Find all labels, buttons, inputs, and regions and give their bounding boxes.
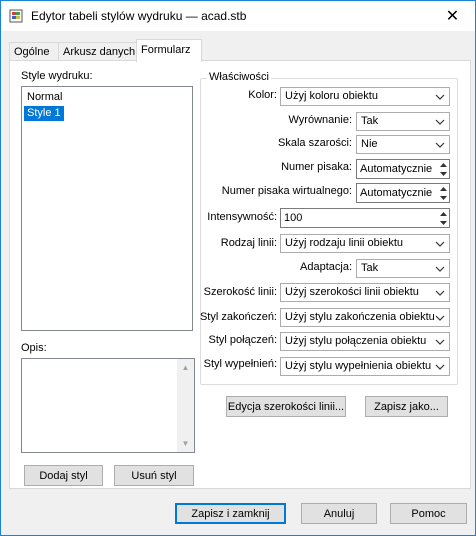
edit-lineweights-button[interactable]: Edycja szerokości linii...: [226, 396, 346, 417]
color-label: Kolor:: [248, 89, 277, 101]
pen-number-label: Numer pisaka:: [281, 161, 352, 173]
color-value: Użyj koloru obiektu: [285, 90, 378, 102]
dither-select[interactable]: Tak: [356, 112, 450, 131]
adaptive-label: Adaptacja:: [300, 261, 352, 273]
line-end-select[interactable]: Użyj stylu zakończenia obiektu: [280, 308, 450, 327]
fill-label: Styl wypełnień:: [203, 358, 277, 370]
screening-spinner[interactable]: 100: [280, 208, 450, 228]
spin-down-icon[interactable]: [437, 193, 449, 202]
line-join-label: Styl połączeń:: [208, 334, 277, 346]
chevron-down-icon: [435, 142, 445, 148]
line-join-value: Użyj stylu połączenia obiektu: [285, 335, 427, 347]
fill-select[interactable]: Użyj stylu wypełnienia obiektu: [280, 357, 450, 376]
spin-down-icon[interactable]: [437, 218, 449, 227]
spin-down-icon[interactable]: [437, 169, 449, 178]
chevron-down-icon: [435, 119, 445, 125]
chevron-down-icon: [435, 364, 445, 370]
color-select[interactable]: Użyj koloru obiektu: [280, 87, 450, 106]
line-end-value: Użyj stylu zakończenia obiektu: [285, 311, 435, 323]
description-scrollbar[interactable]: ▲ ▼: [177, 359, 194, 452]
save-close-button[interactable]: Zapisz i zamknij: [175, 503, 286, 524]
virtual-pen-spinner[interactable]: Automatycznie: [356, 183, 450, 203]
lineweight-select[interactable]: Użyj szerokości linii obiektu: [280, 283, 450, 302]
spin-up-icon[interactable]: [437, 184, 449, 193]
spin-up-icon[interactable]: [437, 209, 449, 218]
remove-style-button[interactable]: Usuń styl: [114, 465, 194, 486]
scroll-down-icon[interactable]: ▼: [177, 435, 194, 452]
chevron-down-icon: [435, 266, 445, 272]
title-bar: Edytor tabeli stylów wydruku — acad.stb …: [1, 1, 475, 31]
linetype-value: Użyj rodzaju linii obiektu: [285, 237, 403, 249]
lineweight-label: Szerokość linii:: [203, 286, 277, 298]
fill-value: Użyj stylu wypełnienia obiektu: [285, 360, 432, 372]
cancel-button[interactable]: Anuluj: [301, 503, 377, 524]
line-join-select[interactable]: Użyj stylu połączenia obiektu: [280, 332, 450, 351]
plot-style-app-icon: [9, 9, 23, 23]
adaptive-value: Tak: [361, 262, 379, 274]
chevron-down-icon: [435, 241, 445, 247]
tab-form-view[interactable]: Formularz: [136, 39, 202, 62]
virtual-pen-value: Automatycznie: [360, 187, 433, 199]
line-end-label: Styl zakończeń:: [199, 311, 277, 323]
chevron-down-icon: [435, 290, 445, 296]
description-textarea[interactable]: ▲ ▼: [21, 358, 195, 453]
chevron-down-icon: [435, 339, 445, 345]
chevron-down-icon: [435, 94, 445, 100]
lineweight-value: Użyj szerokości linii obiektu: [285, 286, 419, 298]
close-icon: ✕: [445, 8, 460, 25]
pen-number-value: Automatycznie: [360, 163, 433, 175]
list-item-normal[interactable]: Normal: [24, 90, 65, 105]
save-as-button[interactable]: Zapisz jako...: [365, 396, 448, 417]
description-label: Opis:: [21, 342, 47, 354]
close-button[interactable]: ✕: [430, 1, 475, 31]
plot-styles-list[interactable]: Normal Style 1: [21, 86, 193, 331]
adaptive-select[interactable]: Tak: [356, 259, 450, 278]
help-button[interactable]: Pomoc: [390, 503, 467, 524]
screening-label: Intensywność:: [207, 211, 277, 223]
grayscale-value: Nie: [361, 138, 378, 150]
dither-label: Wyrównanie:: [288, 114, 352, 126]
window-title: Edytor tabeli stylów wydruku — acad.stb: [31, 9, 247, 23]
properties-title: Właściwości: [207, 71, 271, 83]
tab-general[interactable]: Ogólne: [9, 42, 61, 61]
list-item-style-1[interactable]: Style 1: [24, 106, 64, 121]
form-view-panel: Style wydruku: Normal Style 1 Opis: ▲ ▼ …: [9, 60, 471, 489]
chevron-down-icon: [435, 315, 445, 321]
dither-value: Tak: [361, 115, 379, 127]
linetype-select[interactable]: Użyj rodzaju linii obiektu: [280, 234, 450, 253]
plot-styles-label: Style wydruku:: [21, 70, 93, 82]
screening-value: 100: [284, 212, 303, 224]
dialog-window: Edytor tabeli stylów wydruku — acad.stb …: [0, 0, 476, 536]
grayscale-label: Skala szarości:: [278, 137, 352, 149]
grayscale-select[interactable]: Nie: [356, 135, 450, 154]
spin-up-icon[interactable]: [437, 160, 449, 169]
tab-table-view[interactable]: Arkusz danych: [58, 42, 145, 61]
add-style-button[interactable]: Dodaj styl: [24, 465, 103, 486]
scroll-up-icon[interactable]: ▲: [177, 359, 194, 376]
virtual-pen-label: Numer pisaka wirtualnego:: [221, 185, 352, 197]
linetype-label: Rodzaj linii:: [220, 237, 277, 249]
pen-number-spinner[interactable]: Automatycznie: [356, 159, 450, 179]
